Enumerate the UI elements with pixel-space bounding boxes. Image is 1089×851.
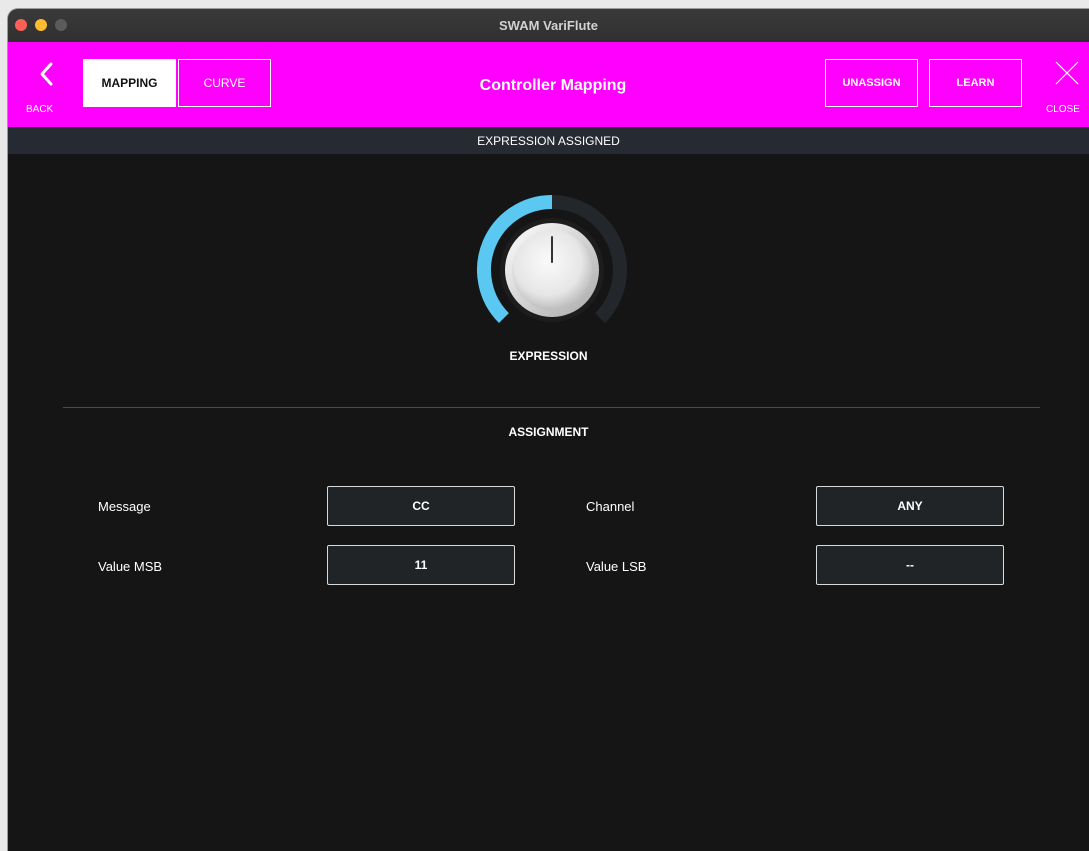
tab-mapping[interactable]: MAPPING bbox=[83, 59, 176, 107]
window-title: SWAM VariFlute bbox=[499, 18, 598, 33]
back-label: BACK bbox=[26, 104, 54, 115]
msb-field[interactable]: 11 bbox=[327, 545, 515, 585]
message-select[interactable]: CC bbox=[327, 486, 515, 526]
unassign-button[interactable]: UNASSIGN bbox=[825, 59, 918, 107]
expression-knob[interactable] bbox=[474, 192, 630, 348]
chevron-left-icon bbox=[40, 62, 53, 86]
assignment-title: ASSIGNMENT bbox=[508, 425, 589, 439]
status-bar: EXPRESSION ASSIGNED bbox=[8, 127, 1089, 154]
page-title: Controller Mapping bbox=[479, 77, 627, 94]
lsb-label: Value LSB bbox=[586, 559, 647, 574]
lsb-field[interactable]: -- bbox=[816, 545, 1004, 585]
back-button[interactable]: BACK bbox=[24, 60, 64, 122]
learn-button[interactable]: LEARN bbox=[929, 59, 1022, 107]
close-label: CLOSE bbox=[1046, 104, 1080, 115]
section-divider bbox=[63, 407, 1040, 408]
close-icon bbox=[1055, 61, 1079, 85]
app-window: SWAM VariFlute BACK MAPPING CURVE Contro… bbox=[8, 9, 1089, 851]
title-bar: SWAM VariFlute bbox=[8, 9, 1089, 43]
msb-label: Value MSB bbox=[98, 559, 163, 574]
close-button[interactable]: CLOSE bbox=[1044, 60, 1088, 122]
knob-label: EXPRESSION bbox=[509, 349, 588, 363]
message-label: Message bbox=[98, 499, 151, 514]
channel-select[interactable]: ANY bbox=[816, 486, 1004, 526]
channel-label: Channel bbox=[586, 499, 635, 514]
toolbar: BACK MAPPING CURVE Controller Mapping UN… bbox=[8, 42, 1089, 127]
knob-graphic bbox=[477, 195, 627, 324]
tab-curve[interactable]: CURVE bbox=[178, 59, 271, 107]
